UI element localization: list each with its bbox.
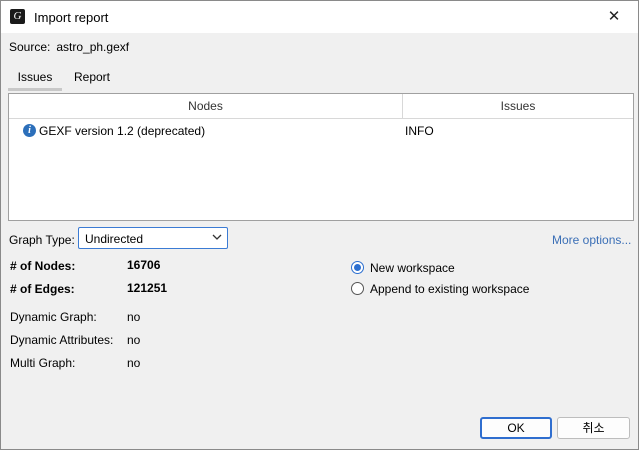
issue-level: INFO: [405, 124, 434, 138]
graph-type-label: Graph Type:: [9, 233, 75, 247]
import-report-dialog: G Import report ✕ Source: astro_ph.gexf I…: [0, 0, 639, 450]
column-header-nodes[interactable]: Nodes: [9, 94, 403, 118]
dynamic-graph-value: no: [127, 310, 141, 324]
append-workspace-label: Append to existing workspace: [370, 282, 530, 296]
dynamic-graph-label: Dynamic Graph:: [10, 310, 97, 324]
multi-graph-label: Multi Graph:: [10, 356, 76, 370]
dynamic-attributes-value: no: [127, 333, 141, 347]
window-title: Import report: [34, 10, 109, 25]
source-value: astro_ph.gexf: [56, 40, 130, 54]
tab-report[interactable]: Report: [66, 67, 118, 91]
radio-unchecked-icon: [351, 282, 364, 295]
table-row[interactable]: i GEXF version 1.2 (deprecated) INFO: [9, 122, 633, 142]
nodes-count-value: 16706: [127, 258, 161, 272]
graph-type-select[interactable]: Undirected: [78, 227, 228, 249]
more-options-link[interactable]: More options...: [552, 233, 631, 247]
issue-description: GEXF version 1.2 (deprecated): [39, 124, 206, 138]
chevron-down-icon: [212, 234, 222, 240]
issues-table: Nodes Issues i GEXF version 1.2 (depreca…: [8, 93, 634, 221]
close-button[interactable]: ✕: [599, 4, 629, 30]
cancel-button[interactable]: 취소: [557, 417, 630, 439]
new-workspace-label: New workspace: [370, 261, 455, 275]
multi-graph-value: no: [127, 356, 141, 370]
source-line: Source: astro_ph.gexf: [9, 40, 129, 54]
edges-count-label: # of Edges:: [10, 282, 75, 296]
gephi-logo-icon: G: [10, 9, 25, 24]
dynamic-attributes-label: Dynamic Attributes:: [10, 333, 114, 347]
info-icon: i: [23, 124, 36, 137]
source-label: Source:: [9, 40, 51, 54]
graph-type-value: Undirected: [85, 232, 144, 246]
edges-count-value: 121251: [127, 281, 168, 295]
ok-button[interactable]: OK: [480, 417, 552, 439]
nodes-count-label: # of Nodes:: [10, 259, 76, 273]
table-header: Nodes Issues: [9, 94, 633, 119]
radio-checked-icon: [351, 261, 364, 274]
title-bar: G Import report ✕: [1, 1, 638, 33]
tab-issues[interactable]: Issues: [8, 67, 62, 91]
column-header-issues[interactable]: Issues: [403, 94, 633, 118]
